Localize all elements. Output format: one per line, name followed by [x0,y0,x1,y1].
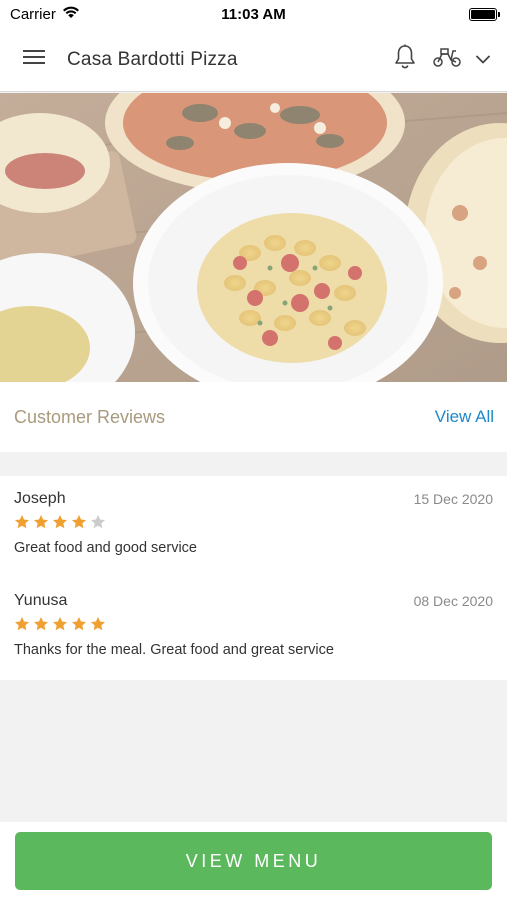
star-filled-icon [34,617,48,631]
review-text: Thanks for the meal. Great food and grea… [14,642,334,658]
bottom-bar: VIEW MENU [0,822,507,900]
review-item: Joseph 15 Dec 2020 Great food and good s… [0,476,507,578]
menu-icon [23,49,45,70]
view-all-link[interactable]: View All [435,407,494,427]
reviews-list: Joseph 15 Dec 2020 Great food and good s… [0,476,507,680]
star-filled-icon [15,617,29,631]
view-menu-button[interactable]: VIEW MENU [15,832,492,890]
star-filled-icon [15,515,29,529]
page-title: Casa Bardotti Pizza [67,48,238,70]
header-actions [387,40,495,80]
status-bar: Carrier 11:03 AM [0,0,507,28]
scooter-icon [432,46,462,73]
app-header: Casa Bardotti Pizza [0,28,507,92]
review-date: 15 Dec 2020 [413,491,493,507]
wifi-icon [62,5,80,23]
star-filled-icon [72,515,86,529]
battery-icon [469,7,500,21]
delivery-dropdown-button[interactable] [471,40,495,80]
review-item: Yunusa 08 Dec 2020 Thanks for the meal. … [0,578,507,680]
chevron-down-icon [476,51,490,69]
star-filled-icon [72,617,86,631]
star-rating [14,616,493,632]
star-filled-icon [34,515,48,529]
star-filled-icon [53,617,67,631]
star-empty-icon [91,515,105,529]
reviews-header: Customer Reviews View All [0,382,507,452]
reviews-title: Customer Reviews [14,406,166,427]
carrier-label: Carrier [10,5,56,23]
review-date: 08 Dec 2020 [413,593,493,609]
menu-button[interactable] [14,40,54,80]
delivery-mode-button[interactable] [429,40,465,80]
hero-image [0,93,507,382]
bell-icon [394,44,416,75]
star-filled-icon [91,617,105,631]
review-text: Great food and good service [14,540,197,556]
status-left: Carrier [10,5,80,23]
notifications-button[interactable] [387,40,423,80]
star-rating [14,514,493,530]
star-filled-icon [53,515,67,529]
